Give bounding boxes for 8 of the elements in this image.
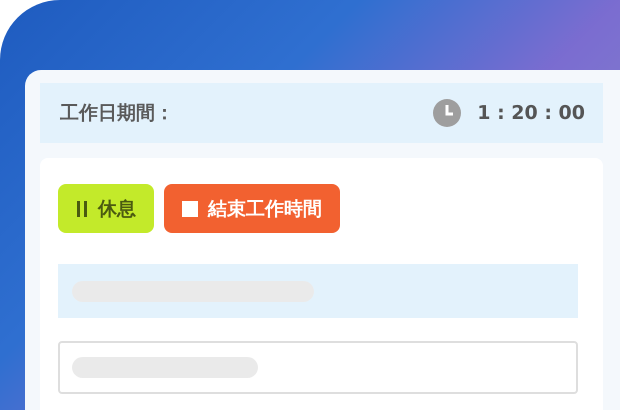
header-label: 工作日期間： (60, 101, 174, 126)
elapsed-time: 1 : 20 : 00 (477, 102, 585, 124)
clock-icon (433, 99, 462, 127)
pause-icon (76, 200, 88, 218)
stop-icon (182, 200, 198, 216)
input-field[interactable] (58, 341, 578, 394)
stop-button[interactable]: 結束工作時間 (164, 184, 340, 233)
pause-button[interactable]: 休息 (58, 184, 154, 233)
